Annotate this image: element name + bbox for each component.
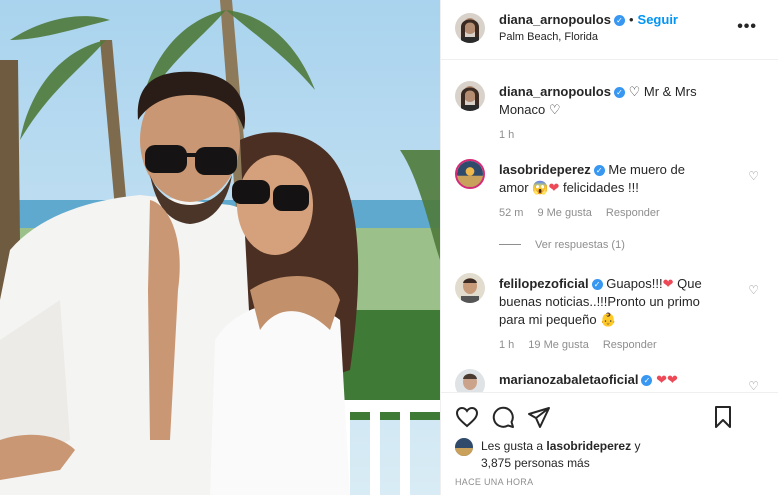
comment-time[interactable]: 52 m: [499, 207, 523, 219]
view-replies-label[interactable]: Ver respuestas (1): [535, 239, 625, 251]
likes-prefix: Les gusta a: [481, 439, 544, 453]
post-header: diana_arnopoulos ✓ • Seguir Palm Beach, Flo…: [441, 0, 778, 60]
author-username[interactable]: diana_arnopoulos: [499, 12, 611, 27]
verified-icon: ✓: [593, 165, 605, 176]
post-location[interactable]: Palm Beach, Florida: [499, 31, 598, 43]
heart-outline-icon: ♡: [548, 102, 561, 117]
shocked-emoji-icon: 😱: [532, 180, 549, 195]
post-photo[interactable]: [0, 0, 440, 495]
comment-likes[interactable]: 9 Me gusta: [537, 207, 591, 219]
like-comment-heart-icon[interactable]: ♡: [748, 169, 759, 183]
commenter-username[interactable]: marianozabaletaoficial: [499, 372, 638, 387]
verified-icon: ✓: [591, 279, 603, 290]
red-heart-icon: ❤: [662, 276, 674, 291]
heart-outline-icon: ♡: [628, 84, 641, 99]
comment-body-tail: felicidades !!!: [562, 180, 639, 195]
red-heart-icon: ❤: [666, 372, 678, 387]
red-heart-icon: ❤: [656, 372, 667, 387]
caption-username[interactable]: diana_arnopoulos: [499, 84, 611, 99]
caption-meta: 1 h: [499, 129, 528, 141]
comment-body: Guapos!!!: [606, 276, 663, 291]
follow-button[interactable]: Seguir: [638, 12, 678, 27]
red-heart-icon: ❤: [548, 180, 560, 195]
likes-summary: Les gusta a lasobrideperez y 3,875 perso…: [455, 438, 741, 472]
more-icon[interactable]: •••: [737, 18, 757, 36]
comment-meta: 52 m 9 Me gusta Responder: [499, 207, 674, 219]
commenter-username[interactable]: felilopezoficial: [499, 276, 589, 291]
verified-icon: ✓: [613, 15, 625, 26]
caption-time[interactable]: 1 h: [499, 129, 514, 141]
reply-button[interactable]: Responder: [606, 207, 660, 219]
replies-divider: [499, 244, 521, 245]
baby-emoji-icon: 👶: [600, 312, 617, 327]
view-replies[interactable]: Ver respuestas (1): [499, 239, 625, 251]
commenter-avatar[interactable]: [455, 159, 485, 189]
author-avatar[interactable]: [455, 13, 485, 43]
share-icon[interactable]: [527, 405, 551, 429]
post-timestamp[interactable]: HACE UNA HORA: [455, 477, 533, 487]
caption-text: diana_arnopoulos ✓ ♡ Mr & Mrs Monaco ♡: [499, 83, 709, 119]
post-actions: Les gusta a lasobrideperez y 3,875 perso…: [441, 392, 778, 495]
liker-avatar[interactable]: [455, 438, 473, 456]
verified-icon: ✓: [613, 87, 625, 98]
heart-outline-icon[interactable]: [455, 405, 479, 429]
author-name-line: diana_arnopoulos ✓ • Seguir: [499, 12, 678, 27]
likes-count[interactable]: 3,875 personas más: [481, 456, 590, 470]
post-panel: diana_arnopoulos ✓ • Seguir Palm Beach, Flo…: [440, 0, 778, 495]
comment-meta: 1 h 19 Me gusta Responder: [499, 339, 671, 351]
comment-text: lasobrideperez ✓ Me muero de amor 😱❤ feli…: [499, 161, 709, 197]
comment-icon[interactable]: [491, 405, 515, 429]
separator-dot: •: [628, 12, 634, 27]
reply-button[interactable]: Responder: [603, 339, 657, 351]
like-comment-heart-icon[interactable]: ♡: [748, 379, 759, 392]
like-comment-heart-icon[interactable]: ♡: [748, 283, 759, 297]
comment-time[interactable]: 1 h: [499, 339, 514, 351]
commenter-avatar[interactable]: [455, 369, 485, 392]
verified-icon: ✓: [641, 375, 653, 386]
commenter-avatar[interactable]: [455, 273, 485, 303]
comment-likes[interactable]: 19 Me gusta: [528, 339, 589, 351]
likes-conj: y: [634, 439, 641, 453]
author-avatar[interactable]: [455, 81, 485, 111]
comment-text: felilopezoficial ✓ Guapos!!!❤ Que buenas …: [499, 275, 709, 329]
comment-text: marianozabaletaoficial ✓ ❤❤: [499, 371, 709, 389]
liker-username[interactable]: lasobrideperez: [546, 439, 631, 453]
bookmark-icon[interactable]: [711, 405, 735, 429]
comments-list[interactable]: diana_arnopoulos ✓ ♡ Mr & Mrs Monaco ♡ 1 …: [441, 61, 778, 392]
commenter-username[interactable]: lasobrideperez: [499, 162, 591, 177]
